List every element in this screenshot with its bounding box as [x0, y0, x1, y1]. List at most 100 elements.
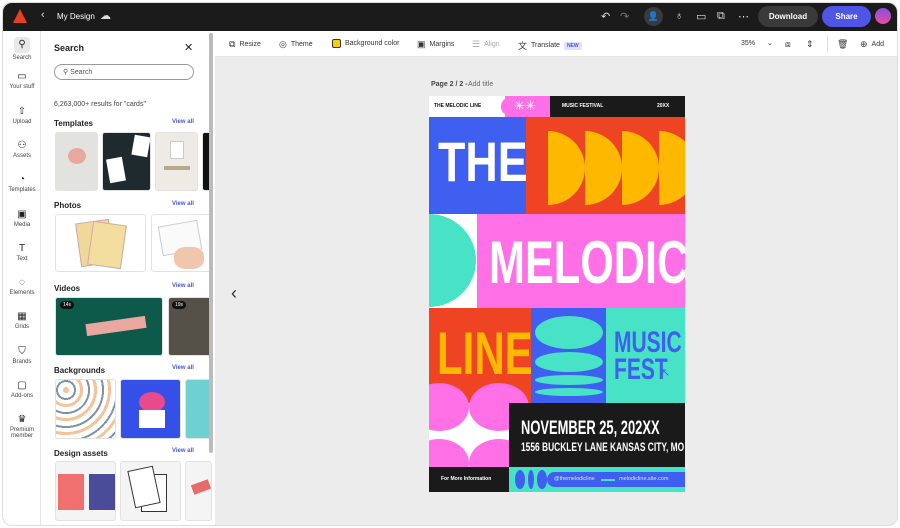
grids-icon: ▦ [17, 311, 27, 323]
poster-site: melodicline.site.com [619, 476, 669, 482]
asset-thumb[interactable] [55, 461, 116, 521]
undo-icon[interactable]: ↶ [601, 10, 610, 23]
chevron-down-icon: ⌄ [767, 40, 773, 47]
poster-handle: @themelodicline [554, 476, 595, 482]
background-color-button[interactable]: Background color [332, 39, 399, 48]
video-duration: 14s [60, 301, 75, 309]
view-all-design-assets[interactable]: View all [172, 448, 194, 454]
margins-button[interactable]: ▣ Margins [417, 39, 454, 50]
rail-item-text[interactable]: T Text [3, 243, 41, 262]
new-badge: NEW [563, 41, 582, 50]
poster-address: 1556 BUCKLEY LANE KANSAS CITY, MO [521, 440, 685, 454]
rail-item-label: Search [12, 55, 32, 61]
delete-icon[interactable]: 🗑 [837, 39, 848, 50]
poster-design[interactable]: THE MELODIC LINE ✳✳ MUSIC FESTIVAL 20XX … [429, 96, 685, 492]
left-rail: ⚲ Search ▭ Your stuff ⇧ Upload ⚇ Assets ◔ Templat… [3, 31, 41, 525]
video-thumb[interactable]: 14s [55, 297, 163, 356]
photo-thumb[interactable] [151, 214, 212, 272]
folder-icon: ▭ [17, 71, 27, 83]
page-label: Page 2 / 2 - [431, 81, 468, 88]
view-all-backgrounds[interactable]: View all [172, 365, 194, 371]
invite-icon[interactable]: 👤 [644, 7, 663, 26]
rail-item-premium-member[interactable]: ♛ Premium member [3, 414, 41, 439]
share-button[interactable]: Share [822, 6, 871, 27]
poster-info: For More Information [441, 476, 492, 482]
panel-title: Search [54, 43, 85, 53]
more-icon[interactable]: ⋯ [738, 10, 749, 23]
avatar[interactable] [875, 8, 891, 24]
background-thumb[interactable] [120, 379, 181, 439]
poster-date: NOVEMBER 25, 202XX [521, 418, 660, 439]
zoom-dropdown[interactable]: 35% ⌄ [741, 39, 773, 48]
asset-thumb[interactable] [120, 461, 181, 521]
search-input[interactable]: ⚲ Search [54, 64, 194, 80]
toolbar: ⧉ Resize ◎ Theme Background color ▣ Margins… [215, 31, 897, 57]
rail-item-search[interactable]: ⚲ Search [3, 37, 41, 61]
view-all-photos[interactable]: View all [172, 201, 194, 207]
align-button[interactable]: ☰ Align [472, 39, 500, 50]
rail-item-label: Elements [9, 290, 35, 297]
rail-item-elements[interactable]: ◌ Elements [3, 277, 41, 296]
add-icon: ⊕ [860, 39, 868, 49]
search-icon: ⚲ [14, 37, 30, 53]
section-backgrounds: Backgrounds [54, 366, 106, 375]
app-window: ‹ My Design ☁ ↶ ↷ 👤 ♁ ▭ ⧉ ⋯ Download Sha… [2, 2, 898, 526]
poster-year: 20XX [657, 103, 670, 109]
rail-item-label: Upload [12, 118, 32, 125]
background-thumb[interactable] [55, 379, 116, 439]
rail-item-add-ons[interactable]: ▢ Add-ons [3, 380, 41, 399]
section-videos: Videos [54, 284, 81, 293]
add-button[interactable]: ⊕ Add [860, 39, 884, 50]
asset-thumb[interactable] [185, 461, 212, 521]
add-label: Add [871, 41, 885, 48]
addons-icon: ▢ [17, 380, 27, 391]
rail-item-label: Grids [14, 324, 30, 331]
photo-thumb[interactable] [55, 214, 146, 272]
theme-button[interactable]: ◎ Theme [279, 39, 313, 50]
prev-page-icon[interactable]: ‹ [231, 283, 237, 304]
align-label: Align [484, 41, 500, 48]
back-icon[interactable]: ‹ [41, 9, 45, 21]
translate-button[interactable]: 文 Translate NEW [518, 39, 582, 52]
rail-item-your-stuff[interactable]: ▭ Your stuff [3, 71, 41, 90]
rail-item-media[interactable]: ▣ Media [3, 209, 41, 228]
pages-icon[interactable]: ⧈ [785, 39, 791, 50]
top-bar: ‹ My Design ☁ ↶ ↷ 👤 ♁ ▭ ⧉ ⋯ Download Sha… [3, 3, 897, 31]
background-thumb[interactable] [185, 379, 212, 439]
close-icon[interactable]: ✕ [184, 41, 193, 54]
rail-item-brands[interactable]: ⛉ Brands [3, 346, 41, 365]
rail-item-upload[interactable]: ⇧ Upload [3, 106, 41, 125]
spacing-icon[interactable]: ⇕ [806, 39, 814, 50]
resize-button[interactable]: ⧉ Resize [229, 39, 261, 50]
rail-item-label: Add-ons [10, 393, 34, 399]
template-thumb[interactable] [55, 132, 98, 191]
panel-scrollbar[interactable] [209, 33, 213, 453]
theme-label: Theme [290, 41, 313, 48]
rail-item-templates[interactable]: ◔ Templates [3, 174, 41, 193]
rail-item-label: Premium member [9, 427, 34, 440]
template-thumb[interactable] [102, 132, 151, 191]
rail-item-grids[interactable]: ▦ Grids [3, 311, 41, 330]
comment-icon[interactable]: ▭ [696, 10, 706, 23]
translate-icon: 文 [518, 41, 528, 51]
video-thumb[interactable]: 19s [168, 297, 212, 356]
arrow-icon: ↖ [661, 367, 671, 379]
poster-melodic: MELODIC [489, 229, 685, 296]
view-all-templates[interactable]: View all [172, 119, 194, 125]
app-logo[interactable] [13, 9, 27, 23]
view-all-videos[interactable]: View all [172, 283, 194, 289]
rail-item-assets[interactable]: ⚇ Assets [3, 140, 41, 159]
zoom-value: 35% [741, 39, 756, 47]
color-swatch-icon [332, 39, 341, 48]
margins-icon: ▣ [417, 39, 426, 49]
add-title-button[interactable]: Add title [468, 81, 493, 88]
download-button[interactable]: Download [758, 6, 818, 27]
search-placeholder: Search [70, 69, 93, 76]
lightbulb-icon[interactable]: ♁ [675, 10, 683, 22]
template-thumb[interactable] [155, 132, 198, 191]
document-title[interactable]: My Design [57, 12, 95, 21]
chat-icon[interactable]: ⧉ [717, 10, 725, 23]
search-panel: Search ✕ ⚲ Search 6,263,000+ results for… [41, 31, 215, 525]
poster-line: LINE [437, 320, 533, 387]
redo-icon[interactable]: ↷ [620, 10, 629, 23]
